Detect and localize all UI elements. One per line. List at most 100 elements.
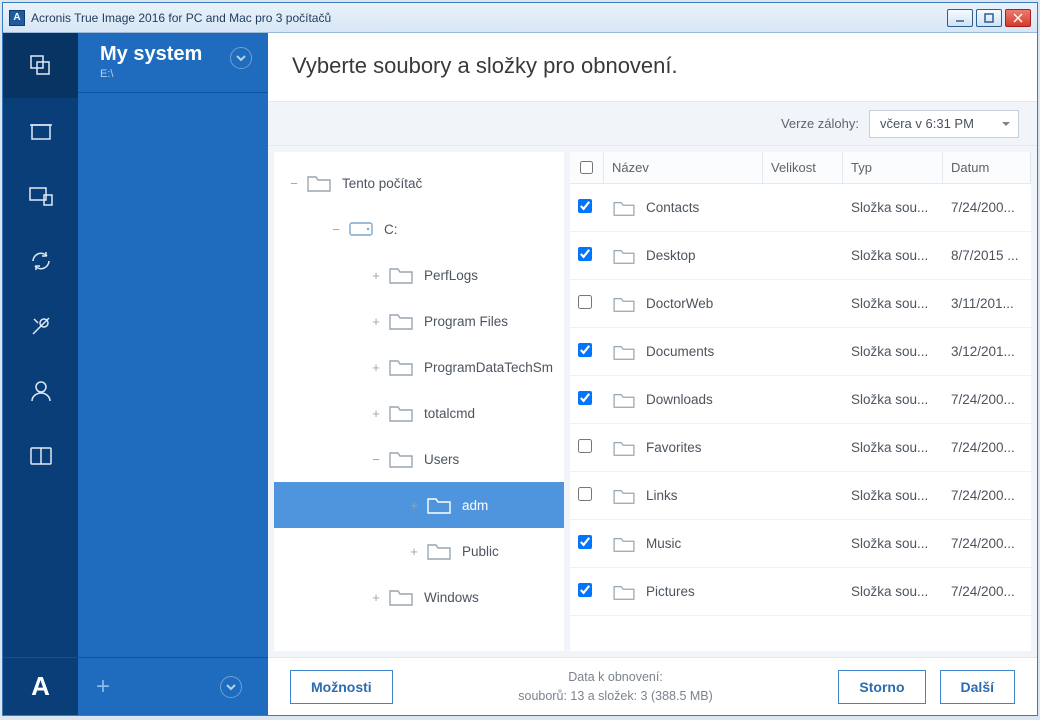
rail-sync-devices-icon[interactable] (3, 163, 78, 228)
row-checkbox[interactable] (570, 535, 604, 552)
header-type[interactable]: Typ (843, 152, 943, 183)
page-title: Vyberte soubory a složky pro obnovení. (268, 33, 1037, 102)
rail-account-icon[interactable] (3, 358, 78, 423)
brand-logo: A (3, 657, 78, 715)
app-icon: A (9, 10, 25, 26)
minimize-button[interactable] (947, 9, 973, 27)
row-name: Desktop (646, 248, 696, 263)
tree-expander[interactable]: + (370, 315, 382, 327)
tree-expander[interactable]: − (330, 223, 342, 235)
list-item[interactable]: Documents Složka sou... 3/12/201... (570, 328, 1031, 376)
row-name: Music (646, 536, 681, 551)
version-select[interactable]: včera v 6:31 PM (869, 110, 1019, 138)
rail-help-icon[interactable] (3, 423, 78, 488)
tree-label: C: (384, 222, 398, 237)
row-name: Favorites (646, 440, 702, 455)
folder-icon (388, 449, 414, 469)
folder-icon (612, 487, 636, 505)
side-foot-expand-icon[interactable] (220, 676, 242, 698)
tree-label: Tento počítač (342, 176, 422, 191)
row-date: 8/7/2015 ... (943, 248, 1031, 263)
maximize-button[interactable] (976, 9, 1002, 27)
tree-folder-windows[interactable]: + Windows (274, 574, 564, 620)
tree-drive[interactable]: − C: (274, 206, 564, 252)
header-size[interactable]: Velikost (763, 152, 843, 183)
tree-expander[interactable]: + (408, 499, 420, 511)
row-date: 3/11/201... (943, 296, 1031, 311)
list-item[interactable]: Downloads Složka sou... 7/24/200... (570, 376, 1031, 424)
rail-sync-icon[interactable] (3, 228, 78, 293)
list-item[interactable]: Contacts Složka sou... 7/24/200... (570, 184, 1031, 232)
list-item[interactable]: DoctorWeb Složka sou... 3/11/201... (570, 280, 1031, 328)
folder-icon (612, 199, 636, 217)
side-expand-icon[interactable] (230, 47, 252, 69)
row-checkbox[interactable] (570, 199, 604, 216)
row-checkbox[interactable] (570, 343, 604, 360)
tree-root[interactable]: − Tento počítač (274, 160, 564, 206)
folder-icon (612, 535, 636, 553)
folder-icon (612, 439, 636, 457)
tree-folder-perflogs[interactable]: + PerfLogs (274, 252, 564, 298)
window-title: Acronis True Image 2016 for PC and Mac p… (31, 11, 947, 25)
tree-label: ProgramDataTechSm (424, 360, 553, 375)
titlebar: A Acronis True Image 2016 for PC and Mac… (3, 3, 1037, 33)
row-date: 7/24/200... (943, 440, 1031, 455)
tree-expander[interactable]: + (370, 407, 382, 419)
header-name[interactable]: Název (604, 152, 763, 183)
row-checkbox[interactable] (570, 391, 604, 408)
row-name: DoctorWeb (646, 296, 713, 311)
nav-rail: A (3, 33, 78, 715)
side-panel: My system E:\ + (78, 33, 268, 715)
folder-icon (612, 247, 636, 265)
row-checkbox[interactable] (570, 487, 604, 504)
row-type: Složka sou... (843, 392, 943, 407)
rail-tools-icon[interactable] (3, 293, 78, 358)
tree-folder-users[interactable]: −Users (274, 436, 564, 482)
tree-expander[interactable]: − (288, 177, 300, 189)
row-checkbox[interactable] (570, 583, 604, 600)
folder-icon (388, 403, 414, 423)
tree-label: PerfLogs (424, 268, 478, 283)
list-item[interactable]: Music Složka sou... 7/24/200... (570, 520, 1031, 568)
row-name: Links (646, 488, 678, 503)
tree-label: Public (462, 544, 499, 559)
tree-folder-public[interactable]: + Public (274, 528, 564, 574)
rail-archive-icon[interactable] (3, 98, 78, 163)
folder-icon (348, 219, 374, 239)
list-item[interactable]: Favorites Složka sou... 7/24/200... (570, 424, 1031, 472)
close-button[interactable] (1005, 9, 1031, 27)
tree-expander[interactable]: + (370, 591, 382, 603)
rail-backup-icon[interactable] (3, 33, 78, 98)
add-button[interactable]: + (96, 673, 110, 701)
tree-folder-totalcmd[interactable]: + totalcmd (274, 390, 564, 436)
tree-expander[interactable]: + (370, 269, 382, 281)
header-checkbox[interactable] (570, 152, 604, 183)
tree-folder-programdatatechsm[interactable]: + ProgramDataTechSm (274, 344, 564, 390)
row-checkbox[interactable] (570, 439, 604, 456)
list-item[interactable]: Desktop Složka sou... 8/7/2015 ... (570, 232, 1031, 280)
tree-expander[interactable]: + (370, 361, 382, 373)
row-name: Pictures (646, 584, 695, 599)
list-item[interactable]: Pictures Složka sou... 7/24/200... (570, 568, 1031, 616)
header-date[interactable]: Datum (943, 152, 1031, 183)
tree-label: totalcmd (424, 406, 475, 421)
cancel-button[interactable]: Storno (838, 670, 925, 704)
row-checkbox[interactable] (570, 247, 604, 264)
row-date: 3/12/201... (943, 344, 1031, 359)
tree-expander[interactable]: + (408, 545, 420, 557)
row-checkbox[interactable] (570, 295, 604, 312)
row-date: 7/24/200... (943, 536, 1031, 551)
row-type: Složka sou... (843, 536, 943, 551)
row-type: Složka sou... (843, 344, 943, 359)
folder-icon (388, 265, 414, 285)
list-item[interactable]: Links Složka sou... 7/24/200... (570, 472, 1031, 520)
next-button[interactable]: Další (940, 670, 1015, 704)
folder-icon (426, 541, 452, 561)
tree-folder-adm[interactable]: + adm (274, 482, 564, 528)
tree-label: adm (462, 498, 488, 513)
row-date: 7/24/200... (943, 200, 1031, 215)
tree-label: Windows (424, 590, 479, 605)
options-button[interactable]: Možnosti (290, 670, 393, 704)
tree-expander[interactable]: − (370, 453, 382, 465)
tree-folder-program-files[interactable]: +Program Files (274, 298, 564, 344)
